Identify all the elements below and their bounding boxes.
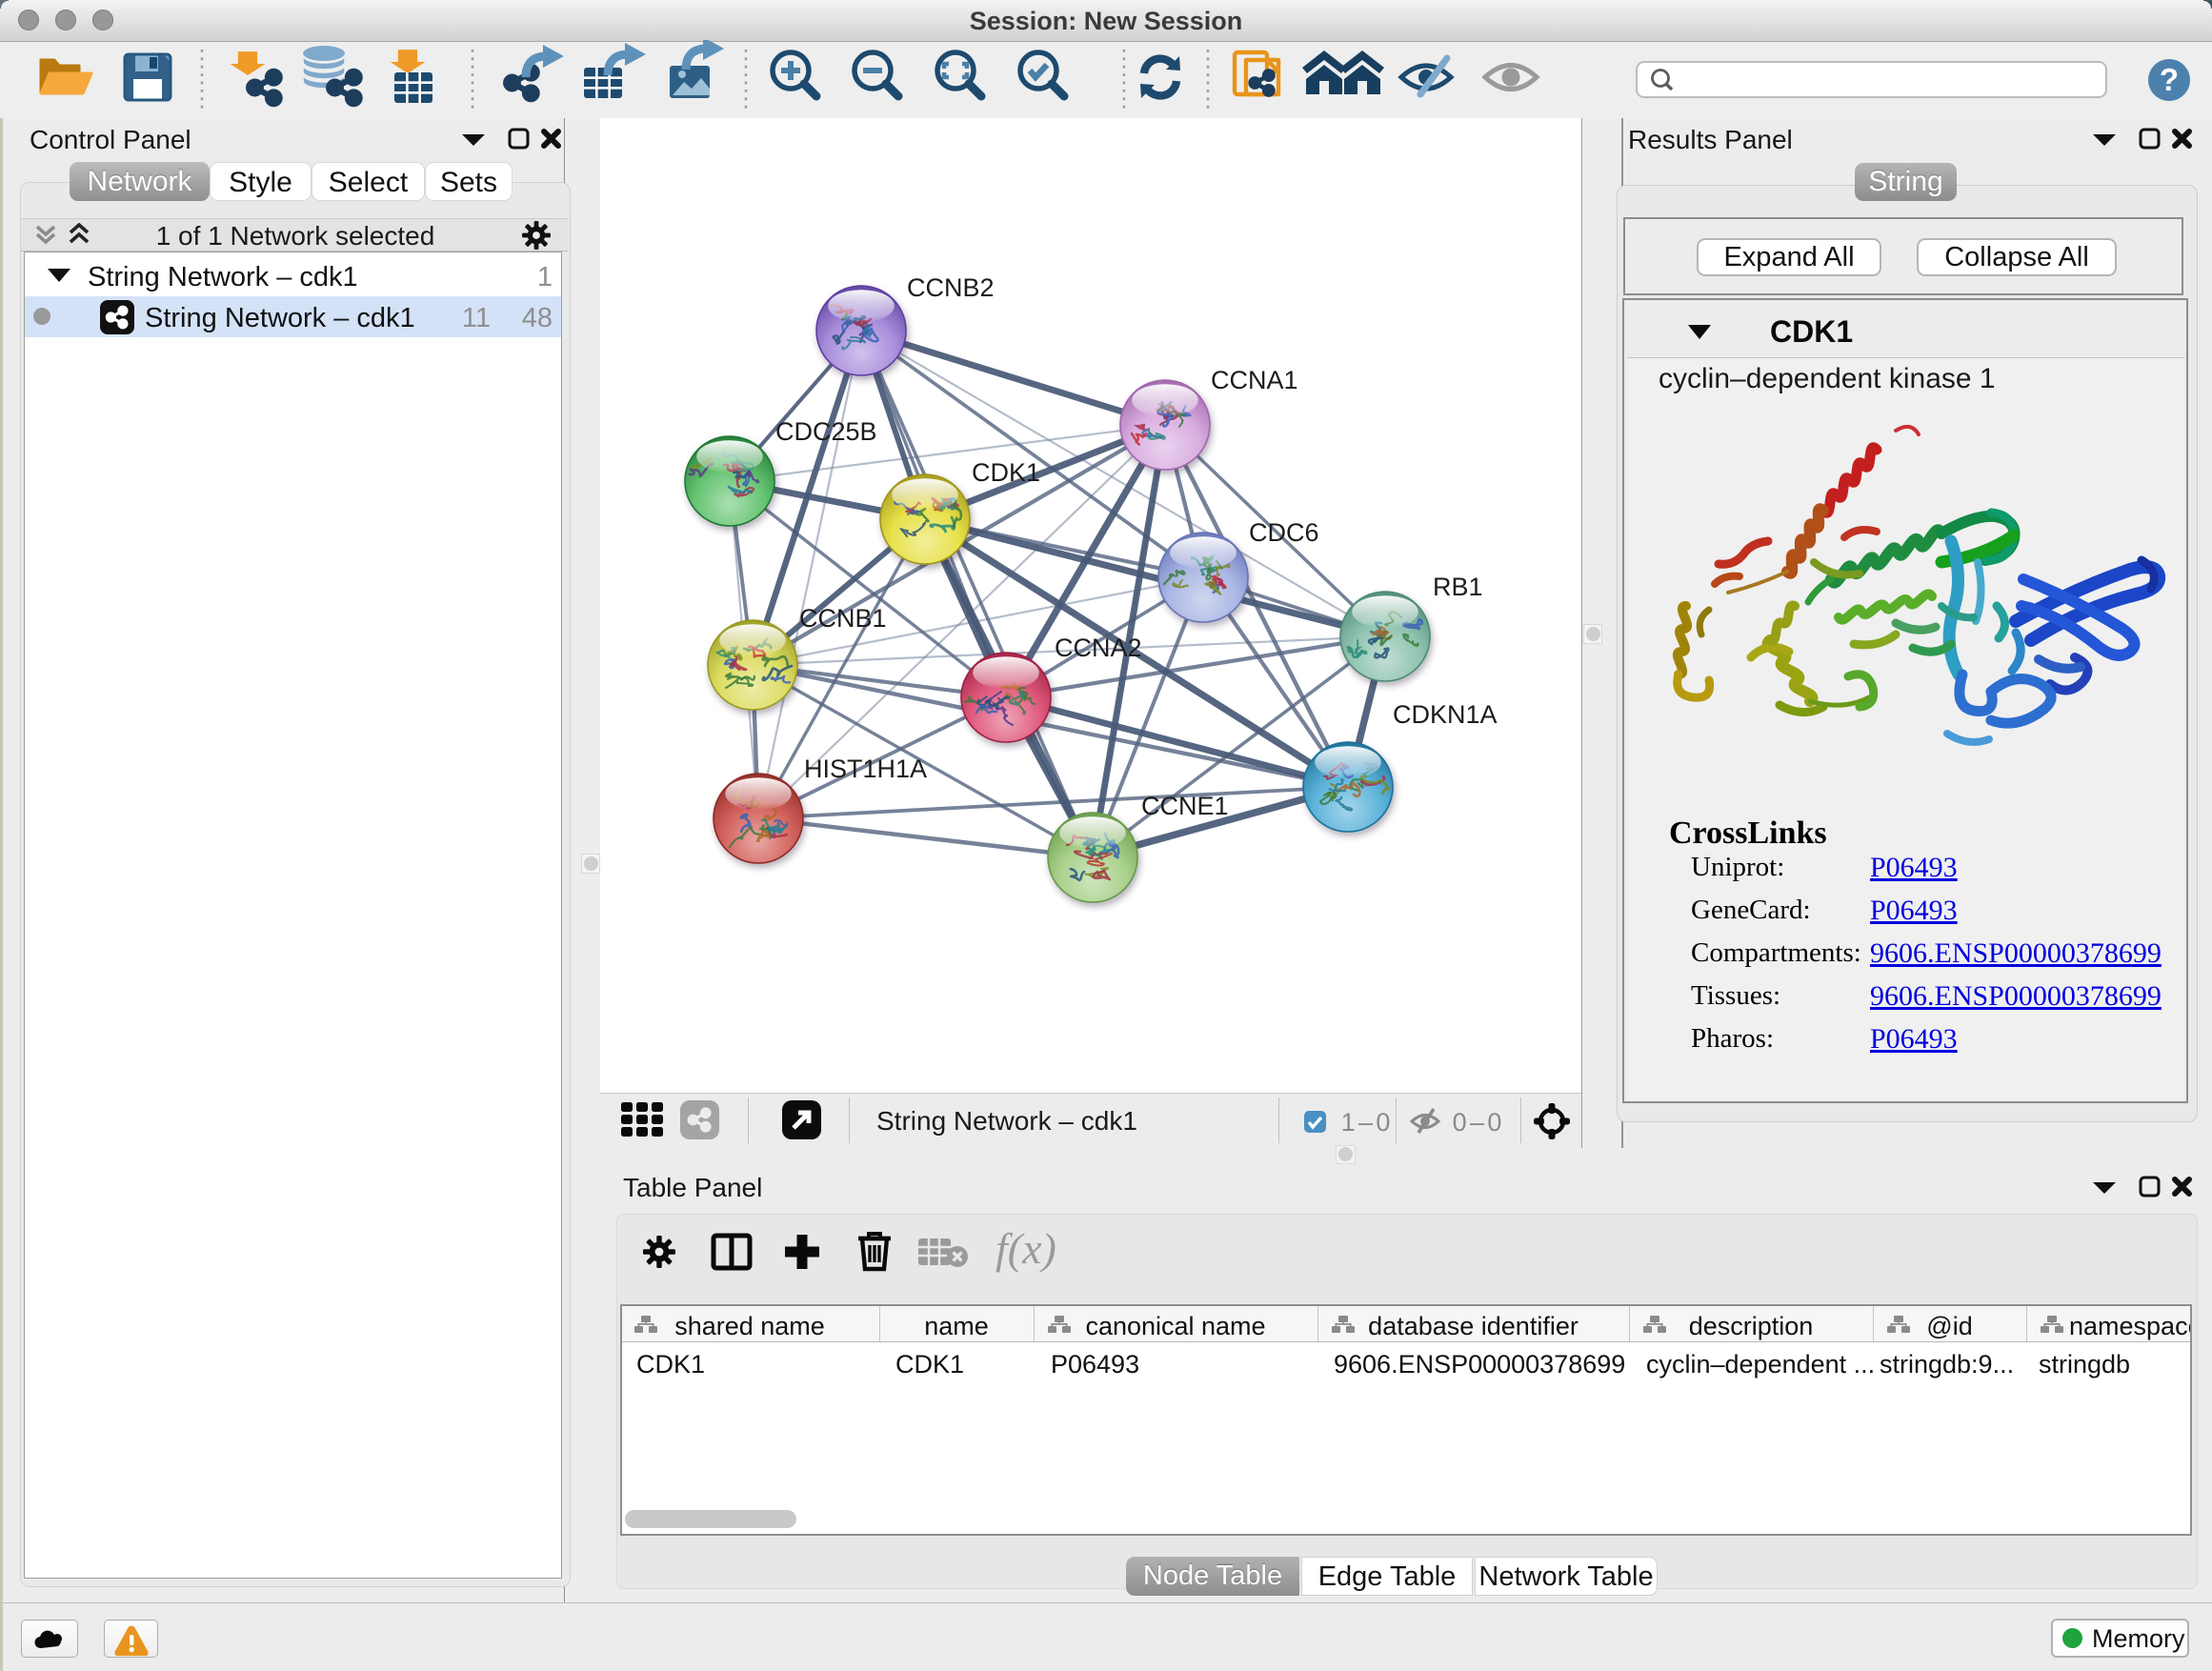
svg-text:CDC25B: CDC25B — [775, 417, 877, 446]
svg-text:CCNB1: CCNB1 — [799, 604, 887, 633]
svg-text:CCNA1: CCNA1 — [1211, 366, 1298, 394]
svg-text:CDK1: CDK1 — [972, 458, 1040, 487]
svg-text:CCNA2: CCNA2 — [1055, 634, 1142, 662]
svg-text:HIST1H1A: HIST1H1A — [804, 755, 927, 783]
svg-text:RB1: RB1 — [1433, 573, 1483, 601]
svg-text:CDKN1A: CDKN1A — [1393, 700, 1498, 729]
svg-text:CCNB2: CCNB2 — [907, 273, 995, 302]
svg-text:CDC6: CDC6 — [1249, 518, 1319, 547]
svg-text:CCNE1: CCNE1 — [1141, 792, 1229, 820]
